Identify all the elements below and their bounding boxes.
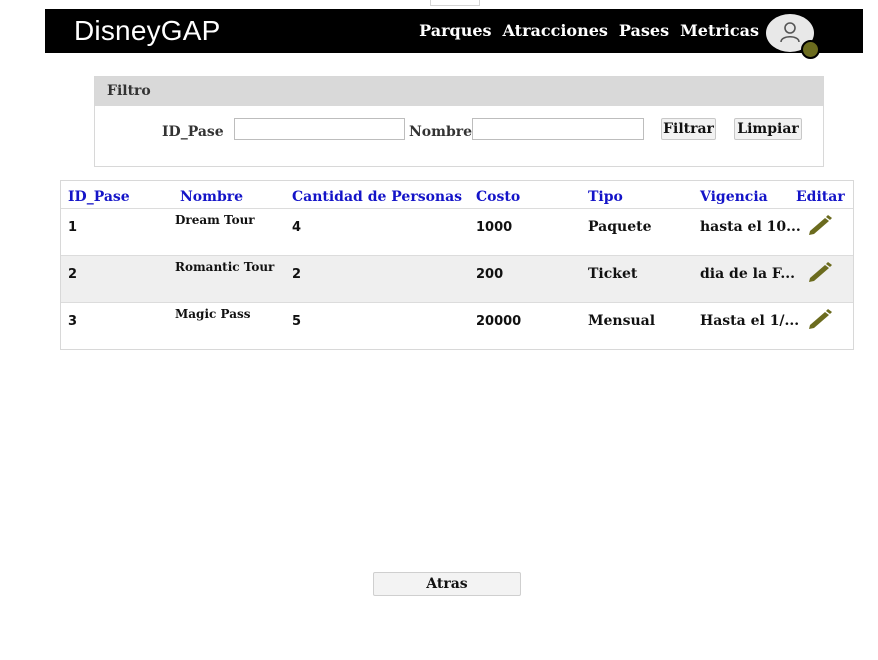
table-row: 1 Dream Tour 4 1000 Paquete hasta el 10.… (61, 208, 853, 256)
header-editar[interactable]: Editar (796, 189, 845, 205)
table-row: 2 Romantic Tour 2 200 Ticket dia de la F… (61, 255, 853, 303)
header-tipo[interactable]: Tipo (588, 189, 623, 205)
cell-name: Dream Tour (175, 213, 255, 227)
table-row: 3 Magic Pass 5 20000 Mensual Hasta el 1/… (61, 302, 853, 350)
cell-type: Paquete (588, 219, 652, 235)
nav-link-pases[interactable]: Pases (619, 20, 669, 42)
filter-button[interactable]: Filtrar (661, 118, 716, 140)
cell-type: Ticket (588, 266, 638, 282)
nombre-label: Nombre (409, 124, 473, 140)
header-costo[interactable]: Costo (476, 189, 520, 205)
passes-table: ID_Pase Nombre Cantidad de Personas Cost… (60, 180, 854, 350)
nav-link-metricas[interactable]: Metricas (680, 20, 759, 42)
cell-id: 1 (68, 220, 78, 235)
header-nombre[interactable]: Nombre (180, 189, 243, 205)
id-pase-label: ID_Pase (162, 124, 224, 140)
header-vigencia[interactable]: Vigencia (700, 189, 768, 205)
back-button[interactable]: Atras (373, 572, 521, 596)
navbar: DisneyGAP Parques Atracciones Pases Metr… (45, 9, 863, 59)
edit-pencil-icon[interactable] (807, 260, 833, 282)
nav-link-atracciones[interactable]: Atracciones (503, 20, 608, 42)
cell-cost: 1000 (476, 220, 513, 235)
header-cantidad-personas[interactable]: Cantidad de Personas (292, 189, 462, 205)
nombre-input[interactable] (472, 118, 644, 140)
cell-id: 3 (68, 314, 78, 329)
cell-name: Magic Pass (175, 307, 251, 321)
cell-people: 5 (292, 314, 302, 329)
header-id-pase[interactable]: ID_Pase (68, 189, 130, 205)
nav-links: Parques Atracciones Pases Metricas (419, 20, 759, 42)
cell-name: Romantic Tour (175, 260, 275, 274)
user-avatar[interactable] (766, 14, 820, 59)
cell-cost: 200 (476, 267, 504, 282)
cell-cost: 20000 (476, 314, 522, 329)
cell-type: Mensual (588, 313, 656, 329)
cell-people: 2 (292, 267, 302, 282)
filter-panel: Filtro ID_Pase Nombre Filtrar Limpiar (94, 76, 824, 167)
cell-validity: hasta el 10... (700, 219, 801, 235)
clear-button[interactable]: Limpiar (734, 118, 802, 140)
cell-id: 2 (68, 267, 78, 282)
cell-validity: Hasta el 1/... (700, 313, 800, 329)
top-tab-handle (430, 0, 480, 6)
id-pase-input[interactable] (234, 118, 405, 140)
nav-link-parques[interactable]: Parques (419, 20, 491, 42)
status-dot (801, 40, 820, 59)
user-icon (780, 22, 800, 43)
brand-logo[interactable]: DisneyGAP (74, 14, 221, 48)
edit-pencil-icon[interactable] (807, 213, 833, 235)
cell-validity: dia de la F... (700, 266, 796, 282)
filter-title: Filtro (95, 77, 823, 106)
cell-people: 4 (292, 220, 302, 235)
edit-pencil-icon[interactable] (807, 307, 833, 329)
